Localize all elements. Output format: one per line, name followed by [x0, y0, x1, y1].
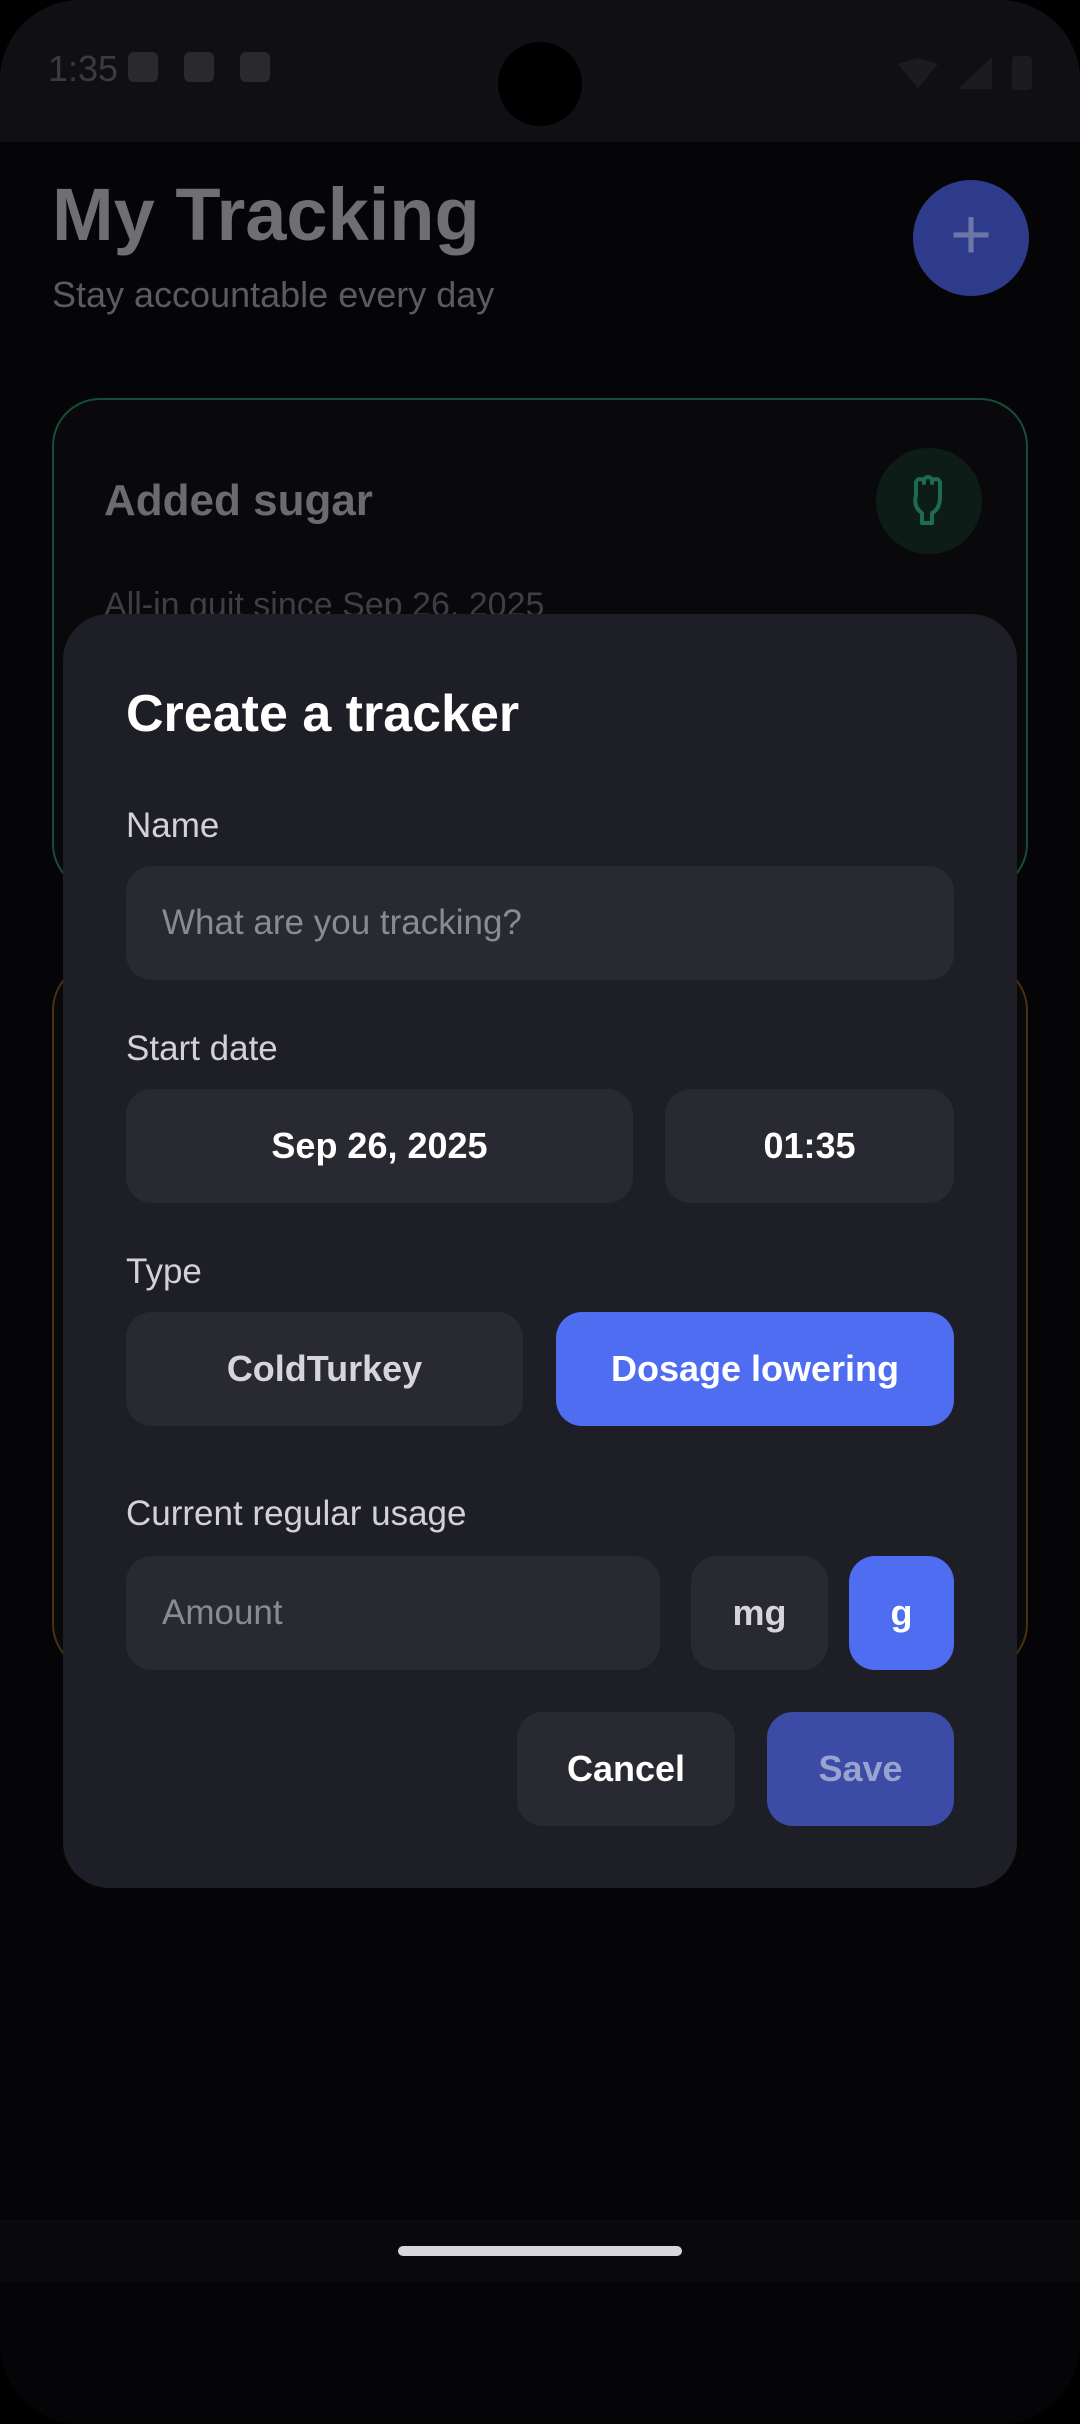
shield-icon	[128, 52, 158, 82]
font-icon	[184, 52, 214, 82]
wifi-icon	[898, 58, 938, 88]
time-picker-button[interactable]: 01:35	[665, 1089, 954, 1203]
amount-input[interactable]	[126, 1556, 660, 1670]
signal-icon	[958, 57, 992, 89]
usage-label: Current regular usage	[126, 1494, 467, 1533]
fist-icon	[876, 448, 982, 554]
status-time: 1:35	[48, 48, 119, 89]
status-bar: 1:35	[0, 0, 1080, 142]
date-picker-button[interactable]: Sep 26, 2025	[126, 1089, 633, 1203]
type-dosage-lowering-button[interactable]: Dosage lowering	[556, 1312, 954, 1426]
home-indicator[interactable]	[398, 2246, 682, 2256]
amount-field-container	[126, 1556, 660, 1670]
sd-card-icon	[240, 52, 270, 82]
name-input[interactable]	[126, 866, 954, 980]
page-title: My Tracking	[52, 173, 480, 256]
unit-g-button[interactable]: g	[849, 1556, 954, 1670]
device-screen: 1:35 My Tracking Stay accountable every …	[0, 0, 1080, 2424]
type-coldturkey-button[interactable]: ColdTurkey	[126, 1312, 523, 1426]
name-label: Name	[126, 806, 220, 845]
create-tracker-dialog: Create a tracker Name Start date Sep 26,…	[63, 614, 1017, 1888]
dialog-title: Create a tracker	[126, 685, 520, 743]
name-field-container	[126, 866, 954, 980]
camera-cutout	[498, 42, 582, 126]
cancel-button[interactable]: Cancel	[517, 1712, 735, 1826]
start-date-label: Start date	[126, 1029, 278, 1068]
save-button[interactable]: Save	[767, 1712, 954, 1826]
page-subtitle: Stay accountable every day	[52, 274, 495, 315]
add-tracker-button[interactable]: +	[913, 180, 1029, 296]
system-icons	[898, 56, 1032, 90]
tracker-card-title: Added sugar	[104, 476, 373, 525]
unit-mg-button[interactable]: mg	[691, 1556, 828, 1670]
type-label: Type	[126, 1252, 202, 1291]
battery-icon	[1012, 56, 1032, 90]
notification-icons	[128, 52, 270, 82]
